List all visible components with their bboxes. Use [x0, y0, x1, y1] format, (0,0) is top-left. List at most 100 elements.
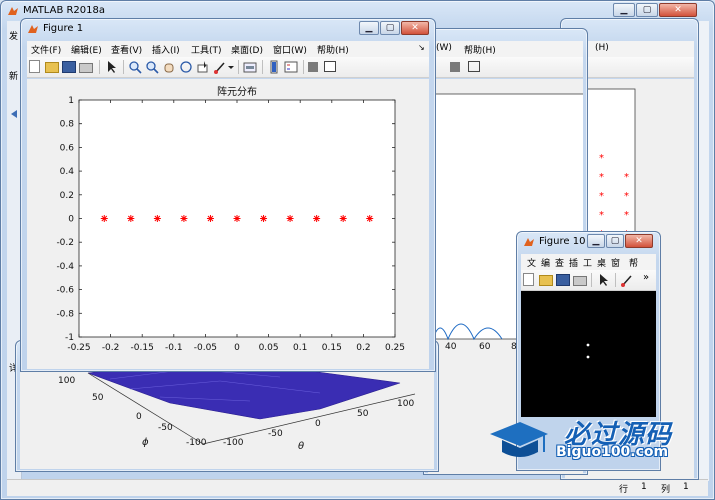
figure1-titlebar[interactable]: Figure 1 ▁ ▢ ✕ [21, 19, 435, 39]
back-a-menu-window[interactable]: (W) [436, 43, 452, 53]
f10-point [586, 343, 590, 347]
back-a-tool-2[interactable] [468, 61, 480, 72]
close-button[interactable]: ✕ [659, 3, 697, 17]
f10-menu-edit[interactable]: 编 [541, 256, 550, 269]
data-point [100, 215, 108, 222]
f10-menu-desktop[interactable]: 桌 [597, 256, 606, 269]
svg-text:*: * [599, 191, 604, 202]
maximize-button[interactable]: ▢ [636, 3, 658, 17]
data-point [339, 215, 347, 222]
figure10-body [521, 291, 656, 417]
toolbar-separator [238, 60, 239, 74]
minimize-button[interactable]: ▁ [613, 3, 635, 17]
figure10-titlebar[interactable]: Figure 10 ▁ ▢ ✕ [517, 232, 660, 252]
f10-point [586, 355, 590, 359]
dock-tools-icon[interactable] [324, 61, 336, 72]
figure10-toolbar: » [521, 270, 656, 291]
menu-file[interactable]: 文件(F) [31, 43, 61, 56]
x-tick-label: 0.15 [322, 343, 342, 353]
back-figure-a-toolbar [428, 57, 583, 78]
f10-save-icon[interactable] [556, 274, 570, 286]
surface-xlabel: ϕ [142, 437, 149, 448]
watermark: 必过源码 Biguo100.com [486, 410, 686, 470]
hide-tools-icon[interactable] [308, 62, 318, 72]
back-a-xtick-60: 60 [479, 342, 491, 352]
figure1-toolbar [27, 57, 429, 78]
menu-desktop[interactable]: 桌面(D) [231, 43, 263, 56]
new-figure-icon[interactable] [29, 60, 40, 73]
x-tick-label: -0.15 [131, 343, 154, 353]
figure1-minimize-button[interactable]: ▁ [359, 21, 379, 35]
f10-brush-icon[interactable] [620, 273, 634, 287]
print-icon[interactable] [79, 63, 93, 73]
link-plot-icon[interactable] [243, 60, 257, 74]
f10-menu-insert[interactable]: 插 [569, 256, 578, 269]
surface-xtick-100: 100 [58, 376, 76, 386]
figure1-body: 阵元分布 -0.25 -0.2 -0.15 -0.1 -0.05 0 0.05 0.1 0.15 0… [27, 79, 429, 369]
menu-help[interactable]: 帮助(H) [317, 43, 349, 56]
f10-toolbar-more[interactable]: » [643, 272, 649, 283]
y-tick-label: 0.6 [60, 143, 75, 153]
toolbar-separator [615, 273, 616, 287]
figure1-title: Figure 1 [43, 23, 84, 34]
colorbar-icon[interactable] [267, 60, 281, 74]
figure1-window[interactable]: Figure 1 ▁ ▢ ✕ 文件(F) 编辑(E) 查看(V) 插入(I) 工… [20, 18, 436, 372]
legend-icon[interactable] [284, 60, 298, 74]
f10-menu-window[interactable]: 窗 [611, 256, 620, 269]
brush-icon[interactable] [213, 60, 227, 74]
y-tick-label: 0.8 [60, 120, 75, 130]
pointer-icon[interactable] [105, 60, 119, 74]
back-a-tool-1[interactable] [450, 62, 460, 72]
figure1-close-button[interactable]: ✕ [401, 21, 429, 35]
data-point [180, 215, 188, 222]
y-tick-label: 0.4 [60, 167, 75, 177]
menu-window[interactable]: 窗口(W) [273, 43, 307, 56]
side-text-1: 发 [9, 32, 19, 42]
figure1-menubar: 文件(F) 编辑(E) 查看(V) 插入(I) 工具(T) 桌面(D) 窗口(W… [27, 41, 429, 58]
figure10-minimize-button[interactable]: ▁ [587, 234, 605, 248]
f10-open-file-icon[interactable] [539, 275, 553, 286]
menu-dock-arrow-icon[interactable]: ↘ [418, 43, 425, 52]
x-tick-label: 0.1 [293, 343, 307, 353]
save-icon[interactable] [62, 61, 76, 73]
back-b-menu-help[interactable]: (H) [595, 43, 609, 53]
toolbar-separator [123, 60, 124, 74]
back-a-menu-help[interactable]: 帮助(H) [464, 43, 496, 56]
y-tick-label: 0 [68, 215, 74, 225]
y-tick-label: -0.4 [56, 262, 74, 272]
svg-text:*: * [624, 210, 629, 221]
back-arrow-icon[interactable] [9, 109, 19, 119]
zoom-in-icon[interactable] [128, 60, 142, 74]
brush-dropdown-icon[interactable] [227, 60, 235, 74]
status-col-value: 1 [683, 482, 689, 492]
f10-menu-view[interactable]: 查 [555, 256, 564, 269]
side-text-2: 新 [9, 72, 19, 82]
menu-insert[interactable]: 插入(I) [152, 43, 180, 56]
pan-hand-icon[interactable] [162, 60, 176, 74]
surface-ytick-100: 100 [397, 399, 415, 409]
x-tick-label: -0.2 [102, 343, 120, 353]
menu-view[interactable]: 查看(V) [111, 43, 142, 56]
data-cursor-icon[interactable] [196, 60, 210, 74]
menu-tools[interactable]: 工具(T) [191, 43, 222, 56]
f10-menu-file[interactable]: 文 [527, 256, 536, 269]
figure10-icon [524, 238, 534, 246]
figure1-maximize-button[interactable]: ▢ [380, 21, 400, 35]
surface-xtick-neg100: -100 [186, 438, 207, 448]
f10-menu-help[interactable]: 帮 [629, 256, 638, 269]
f10-print-icon[interactable] [573, 276, 587, 286]
x-tick-label: 0.25 [385, 343, 405, 353]
f10-pointer-icon[interactable] [597, 273, 611, 287]
menu-edit[interactable]: 编辑(E) [71, 43, 102, 56]
toolbar-separator [99, 60, 100, 74]
zoom-out-icon[interactable] [145, 60, 159, 74]
figure10-menubar: 文 编 查 插 工 桌 窗 帮 [521, 254, 656, 271]
figure10-close-button[interactable]: ✕ [625, 234, 653, 248]
data-point [206, 215, 214, 222]
open-file-icon[interactable] [45, 62, 59, 73]
figure10-maximize-button[interactable]: ▢ [606, 234, 624, 248]
rotate-3d-icon[interactable] [179, 60, 193, 74]
f10-menu-tools[interactable]: 工 [583, 256, 592, 269]
x-tick-label: -0.05 [194, 343, 217, 353]
f10-new-figure-icon[interactable] [523, 273, 534, 286]
